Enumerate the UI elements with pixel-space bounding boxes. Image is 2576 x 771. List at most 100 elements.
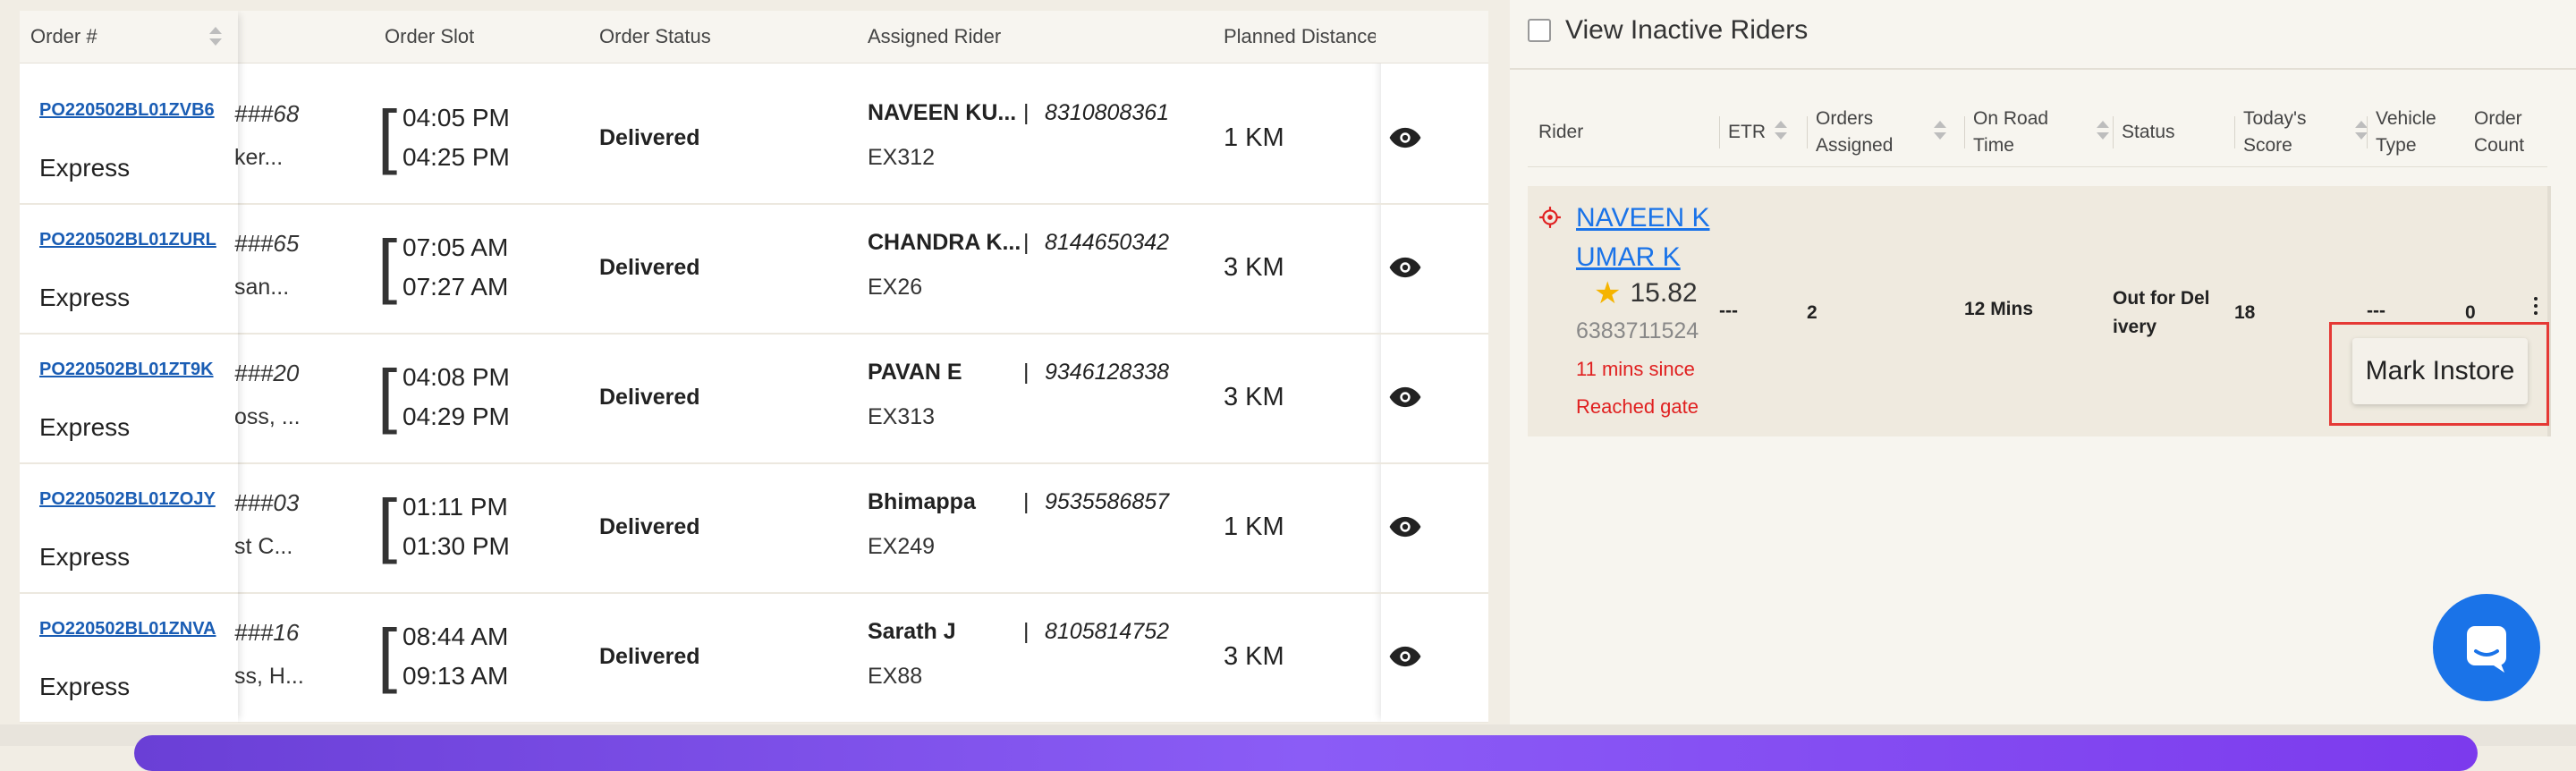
vehicle-type-value: --- (2367, 301, 2385, 321)
rider-code: EX26 (868, 275, 923, 300)
col-on-road-time[interactable]: On Road Time (1964, 98, 2111, 166)
customer-address-line2: st C... (234, 534, 293, 559)
rider-name-link[interactable]: NAVEEN K UMAR K (1576, 199, 1710, 277)
rider-phone: 8310808361 (1045, 100, 1170, 125)
order-type: Express (39, 284, 131, 311)
divider (1510, 68, 2576, 70)
col-rider: Rider (1538, 122, 1584, 142)
slot-start: 04:05 PM (402, 104, 510, 131)
order-type: Express (39, 543, 131, 571)
table-row: PO220502BL01ZNVA Express ###16 ss, H... … (20, 594, 1488, 723)
col-vehicle-type: Vehicle Type (2367, 98, 2436, 166)
table-row: PO220502BL01ZT9K Express ###20 oss, ... … (20, 335, 1488, 464)
col-status: Status (2113, 98, 2175, 166)
customer-address-line2: oss, ... (234, 404, 301, 429)
slot-bracket: [ (377, 614, 398, 694)
rider-gate-status: Reached gate (1576, 395, 1699, 418)
col-order-status: Order Status (599, 11, 711, 63)
order-status: Delivered (599, 255, 700, 280)
col-order-no[interactable]: Order # (30, 11, 97, 63)
sort-icon[interactable] (2097, 121, 2111, 144)
col-orders-assigned[interactable]: Orders Assigned (1807, 98, 1948, 166)
order-id-link[interactable]: PO220502BL01ZURL (39, 230, 216, 250)
table-row: PO220502BL01ZVB6 Express ###68 ker... [ … (20, 75, 1488, 205)
rider-phone: 9535586857 (1045, 489, 1170, 514)
todays-score-value: 18 (2234, 302, 2256, 323)
rider-name: PAVAN E (868, 360, 962, 385)
rider-code: EX312 (868, 145, 936, 170)
col-todays-score[interactable]: Today's Score (2234, 98, 2369, 166)
mark-instore-menu-item[interactable]: Mark Instore (2352, 338, 2528, 404)
order-id-link[interactable]: PO220502BL01ZT9K (39, 360, 214, 380)
order-count-value: 0 (2465, 302, 2476, 323)
rider-name: Sarath J (868, 619, 956, 644)
customer-address: ###65 (234, 230, 300, 257)
slot-end: 04:29 PM (402, 402, 510, 430)
order-id-link[interactable]: PO220502BL01ZVB6 (39, 100, 215, 121)
separator: | (1023, 100, 1030, 125)
separator: | (1023, 360, 1030, 385)
table-row: PO220502BL01ZOJY Express ###03 st C... [… (20, 464, 1488, 594)
planned-distance: 3 KM (1224, 383, 1284, 411)
rider-since: 11 mins since (1576, 358, 1695, 380)
slot-end: 09:13 AM (402, 662, 509, 690)
planned-distance: 1 KM (1224, 123, 1284, 152)
rider-phone: 8105814752 (1045, 619, 1170, 644)
customer-address: ###03 (234, 489, 300, 516)
slot-bracket: [ (377, 225, 398, 305)
star-icon: ★ (1594, 276, 1622, 310)
separator: | (1023, 489, 1030, 514)
col-order-count: Order Count (2474, 98, 2537, 166)
rider-name: Bhimappa (868, 489, 976, 514)
order-status: Delivered (599, 385, 700, 410)
col-order-slot: Order Slot (385, 11, 474, 63)
sort-icon[interactable] (1934, 121, 1948, 144)
slot-start: 07:05 AM (402, 233, 509, 261)
sort-icon[interactable] (1775, 121, 1789, 144)
kebab-icon[interactable] (2531, 297, 2540, 318)
rider-name: NAVEEN KU... (868, 100, 1017, 125)
order-type: Express (39, 673, 131, 700)
eye-icon[interactable] (1388, 385, 1422, 410)
orders-table-header: Order # Order Slot Order Status Assigned… (20, 11, 1488, 64)
separator: | (1023, 230, 1030, 255)
checkbox-icon[interactable] (1528, 19, 1551, 42)
view-inactive-label: View Inactive Riders (1565, 15, 1809, 45)
slot-start: 01:11 PM (402, 493, 508, 521)
location-icon (1539, 207, 1561, 228)
order-type: Express (39, 413, 131, 441)
chat-icon (2467, 626, 2506, 673)
eye-icon[interactable] (1388, 125, 1422, 150)
rider-status-value: Out for Del ivery (2113, 288, 2210, 337)
eye-icon[interactable] (1388, 255, 1422, 280)
rider-phone: 9346128338 (1045, 360, 1170, 385)
eye-icon[interactable] (1388, 644, 1422, 669)
eye-icon[interactable] (1388, 514, 1422, 539)
planned-distance: 3 KM (1224, 642, 1284, 671)
sort-icon[interactable] (208, 27, 224, 48)
rider-code: EX313 (868, 404, 936, 429)
customer-address-line2: ker... (234, 145, 284, 170)
customer-address-line2: san... (234, 275, 290, 300)
slot-bracket: [ (377, 355, 398, 435)
order-status: Delivered (599, 644, 700, 669)
rider-phone: 6383711524 (1576, 318, 1699, 343)
taskbar-strip (134, 735, 2478, 771)
order-id-link[interactable]: PO220502BL01ZNVA (39, 619, 216, 640)
col-planned-distance: Planned Distance ( (1224, 11, 1376, 63)
planned-distance: 1 KM (1224, 513, 1284, 541)
orders-table-body: PO220502BL01ZVB6 Express ###68 ker... [ … (20, 75, 1488, 723)
chat-button[interactable] (2433, 594, 2540, 701)
order-id-link[interactable]: PO220502BL01ZOJY (39, 489, 216, 510)
customer-address: ###68 (234, 100, 300, 127)
col-assigned-rider: Assigned Rider (868, 11, 1001, 63)
col-etr[interactable]: ETR (1719, 98, 1789, 166)
customer-address: ###16 (234, 619, 300, 646)
customer-address-line2: ss, H... (234, 664, 304, 689)
table-row: PO220502BL01ZURL Express ###65 san... [ … (20, 205, 1488, 335)
view-inactive-toggle[interactable]: View Inactive Riders (1528, 13, 1808, 48)
order-type: Express (39, 154, 131, 182)
on-road-time-value: 12 Mins (1964, 299, 2034, 319)
customer-address: ###20 (234, 360, 300, 386)
planned-distance: 3 KM (1224, 253, 1284, 282)
